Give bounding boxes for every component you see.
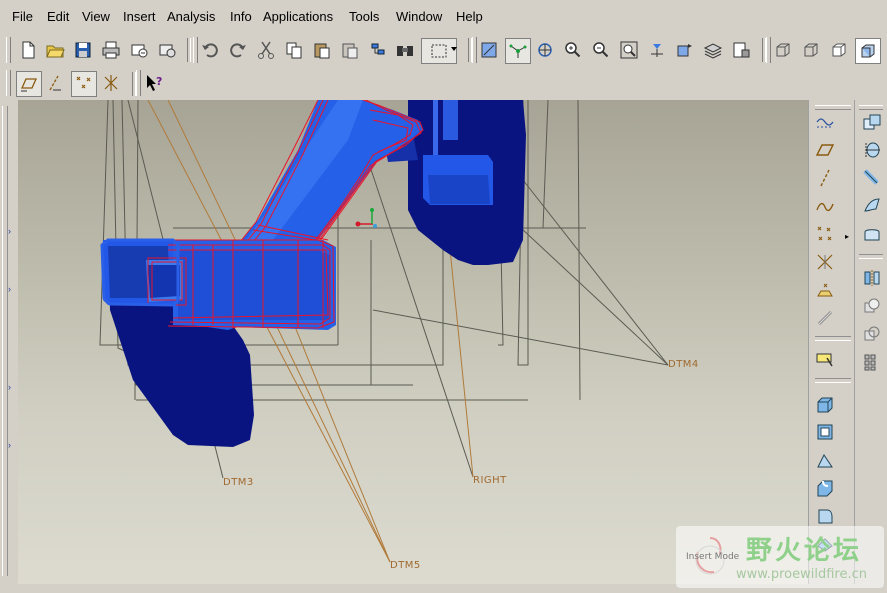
copy-icon[interactable] [282, 38, 306, 62]
mirror-icon[interactable] [859, 266, 885, 290]
cut-icon[interactable] [254, 38, 278, 62]
refit-icon[interactable] [617, 38, 641, 62]
paste-special-icon[interactable] [338, 38, 362, 62]
pattern-icon[interactable] [859, 350, 885, 374]
extrude-tool-icon[interactable] [812, 392, 838, 416]
datum-label-dtm5[interactable]: DTM5 [390, 560, 421, 571]
datum-label-right[interactable]: RIGHT [473, 475, 507, 486]
flyout-arrow-icon[interactable]: ▸ [845, 232, 849, 241]
hidden-line-icon[interactable] [799, 38, 823, 62]
wireframe-icon[interactable] [771, 38, 795, 62]
main-toolbar [0, 34, 887, 67]
open-icon[interactable] [43, 38, 67, 62]
merge-icon[interactable] [859, 294, 885, 318]
datum-label-dtm4[interactable]: DTM4 [668, 359, 699, 370]
reorient-icon[interactable] [645, 38, 669, 62]
toolbar-grip[interactable] [6, 37, 11, 63]
datum-point-icon[interactable] [812, 222, 838, 246]
email-icon[interactable] [155, 38, 179, 62]
datum-label-dtm3[interactable]: DTM3 [223, 477, 254, 488]
zoom-in-icon[interactable] [561, 38, 585, 62]
chevron-right-icon[interactable]: › [8, 226, 11, 236]
toolbar-grip[interactable] [136, 70, 141, 96]
chevron-right-icon[interactable]: › [8, 440, 11, 450]
field-point-icon[interactable] [812, 278, 838, 302]
toolbar-separator [859, 254, 883, 259]
coordinate-system-display-icon[interactable] [99, 71, 123, 95]
chevron-right-icon[interactable]: › [8, 382, 11, 392]
menu-insert[interactable]: Insert [123, 9, 156, 24]
menu-info[interactable]: Info [230, 9, 252, 24]
orient-icon[interactable] [533, 38, 557, 62]
datum-curve-icon[interactable] [812, 194, 838, 218]
toolbar-separator [815, 378, 851, 383]
toolbar-grip[interactable] [6, 70, 11, 96]
blend-icon[interactable] [859, 194, 885, 218]
sweep-icon[interactable] [859, 166, 885, 190]
paste-icon[interactable] [310, 38, 334, 62]
hole-tool-icon[interactable] [812, 420, 838, 444]
shell-tool-icon[interactable] [812, 504, 838, 528]
menu-window[interactable]: Window [396, 9, 442, 24]
feature-toolbar [854, 100, 887, 584]
menu-analysis[interactable]: Analysis [167, 9, 215, 24]
layers-icon[interactable] [701, 38, 725, 62]
toolbar-separator [187, 38, 191, 62]
chevron-right-icon[interactable]: › [8, 284, 11, 294]
select-box-icon[interactable] [421, 38, 457, 64]
round-tool-icon[interactable] [812, 476, 838, 500]
watermark-url: www.proewildfire.cn [736, 567, 867, 582]
saved-views-icon[interactable] [673, 38, 697, 62]
datum-plane-icon[interactable] [812, 138, 838, 162]
chevron-down-icon[interactable] [451, 47, 457, 51]
menu-help[interactable]: Help [456, 9, 483, 24]
datum-point-display-icon[interactable] [71, 71, 97, 97]
menu-file[interactable]: File [12, 9, 33, 24]
site-watermark: Insert Mode 野火论坛 www.proewildfire.cn [676, 526, 884, 588]
menu-tools[interactable]: Tools [349, 9, 379, 24]
mode-indicator: Insert Mode [686, 552, 740, 562]
new-icon[interactable] [16, 38, 40, 62]
revolve-icon[interactable] [859, 138, 885, 162]
watermark-site-name: 野火论坛 [746, 536, 863, 566]
spin-center-icon[interactable] [505, 38, 531, 64]
view-manager-icon[interactable] [729, 38, 753, 62]
boundary-blend-icon[interactable] [859, 222, 885, 246]
trim-icon[interactable] [859, 322, 885, 346]
left-dock-strip: › › › › [0, 100, 18, 584]
regenerate-icon[interactable] [366, 38, 390, 62]
repaint-icon[interactable] [477, 38, 501, 62]
datum-feature-toolbar: ▸ [808, 100, 855, 584]
print-icon[interactable] [99, 38, 123, 62]
coordinate-system-icon[interactable] [812, 306, 838, 330]
draft-tool-icon[interactable] [812, 448, 838, 472]
graphics-window[interactable]: DTM4 DTM3 RIGHT DTM5 [18, 100, 808, 584]
menu-edit[interactable]: Edit [47, 9, 69, 24]
offset-point-icon[interactable] [812, 250, 838, 274]
datum-display-toolbar: ? [0, 66, 887, 100]
datum-axis-icon[interactable] [812, 166, 838, 190]
toolbar-separator [815, 336, 851, 341]
coordinate-system-marker [355, 208, 377, 228]
menu-view[interactable]: View [82, 9, 110, 24]
dock-grip[interactable] [2, 106, 8, 576]
model-canvas[interactable] [18, 100, 808, 584]
copy-feature-icon[interactable] [859, 110, 885, 134]
menu-applications[interactable]: Applications [263, 9, 333, 24]
datum-axis-display-icon[interactable] [43, 71, 67, 95]
menu-bar: File Edit View Insert Analysis Info Appl… [0, 0, 887, 35]
analysis-feature-icon[interactable] [812, 348, 838, 372]
datum-plane-display-icon[interactable] [16, 71, 42, 97]
shading-icon[interactable] [855, 38, 881, 64]
no-hidden-icon[interactable] [827, 38, 851, 62]
redo-icon[interactable] [226, 38, 250, 62]
context-help-icon[interactable]: ? [142, 71, 166, 95]
svg-text:?: ? [156, 75, 162, 88]
sketched-curve-icon[interactable] [812, 110, 838, 134]
undo-icon[interactable] [198, 38, 222, 62]
send-mail-icon[interactable] [127, 38, 151, 62]
zoom-out-icon[interactable] [589, 38, 613, 62]
find-icon[interactable] [393, 38, 417, 62]
save-icon[interactable] [71, 38, 95, 62]
